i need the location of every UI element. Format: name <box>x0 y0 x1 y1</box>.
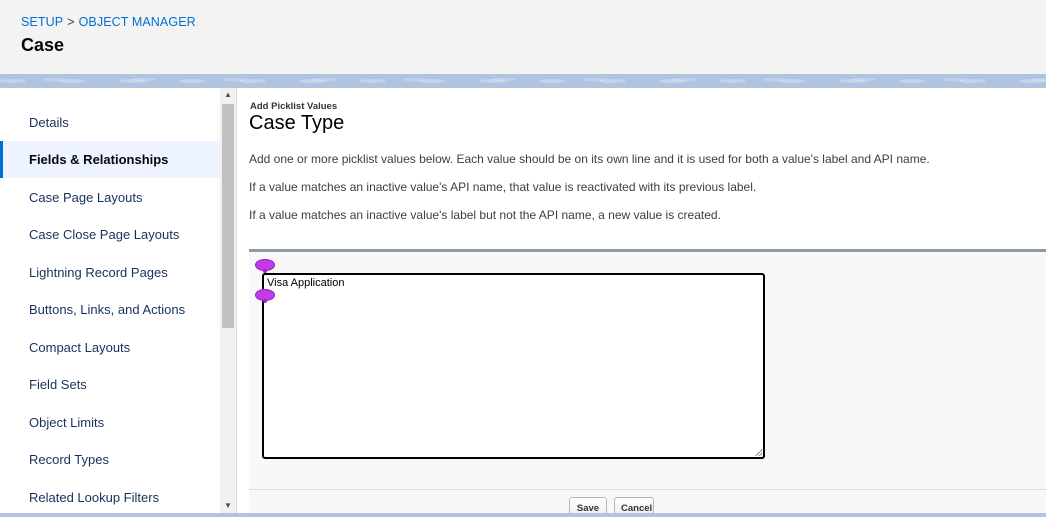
annotation-pin-icon <box>255 289 275 303</box>
scroll-down-icon[interactable]: ▼ <box>220 499 236 513</box>
sidebar-item-case-close-page-layouts[interactable]: Case Close Page Layouts <box>0 216 220 253</box>
header-decorative-band <box>0 74 1046 88</box>
picklist-title: Case Type <box>249 112 345 134</box>
sidebar-item-compact-layouts[interactable]: Compact Layouts <box>0 329 220 366</box>
resize-grip-icon[interactable] <box>755 449 762 456</box>
description-line-1: Add one or more picklist values below. E… <box>249 152 930 166</box>
section-subtitle: Add Picklist Values <box>250 101 338 112</box>
breadcrumb-separator: > <box>67 15 75 29</box>
sidebar-item-buttons-links-actions[interactable]: Buttons, Links, and Actions <box>0 291 220 328</box>
sidebar-item-case-page-layouts[interactable]: Case Page Layouts <box>0 179 220 216</box>
picklist-entry-panel: Visa Application <box>249 249 1046 513</box>
breadcrumb: SETUP > OBJECT MANAGER <box>21 15 196 29</box>
description-line-3: If a value matches an inactive value's l… <box>249 208 721 222</box>
annotation-pin-icon <box>255 259 275 273</box>
sidebar-item-lightning-record-pages[interactable]: Lightning Record Pages <box>0 254 220 291</box>
object-manager-sidebar: Details Fields & Relationships Case Page… <box>0 88 220 513</box>
scroll-up-icon[interactable]: ▲ <box>220 88 236 102</box>
sidebar-item-fields-relationships[interactable]: Fields & Relationships <box>0 141 220 178</box>
main-content: Add Picklist Values Case Type Add one or… <box>237 88 1046 517</box>
sidebar-item-record-types[interactable]: Record Types <box>0 441 220 478</box>
breadcrumb-setup[interactable]: SETUP <box>21 15 63 29</box>
sidebar-item-details[interactable]: Details <box>0 104 220 141</box>
sidebar-item-object-limits[interactable]: Object Limits <box>0 404 220 441</box>
scrollbar-thumb[interactable] <box>222 104 234 328</box>
breadcrumb-object-manager[interactable]: OBJECT MANAGER <box>79 15 196 29</box>
sidebar-item-related-lookup-filters[interactable]: Related Lookup Filters <box>0 479 220 513</box>
textarea-value-line: Visa Application <box>267 277 345 289</box>
panel-footer-divider <box>249 489 1046 490</box>
sidebar-item-field-sets[interactable]: Field Sets <box>0 366 220 403</box>
footer-decorative-band <box>0 513 1046 517</box>
page-header: SETUP > OBJECT MANAGER Case <box>0 0 1046 74</box>
page-title: Case <box>21 35 65 55</box>
sidebar-scrollbar[interactable]: ▲ ▼ <box>220 88 236 513</box>
description-line-2: If a value matches an inactive value's A… <box>249 180 757 194</box>
picklist-values-textarea[interactable]: Visa Application <box>262 273 765 459</box>
